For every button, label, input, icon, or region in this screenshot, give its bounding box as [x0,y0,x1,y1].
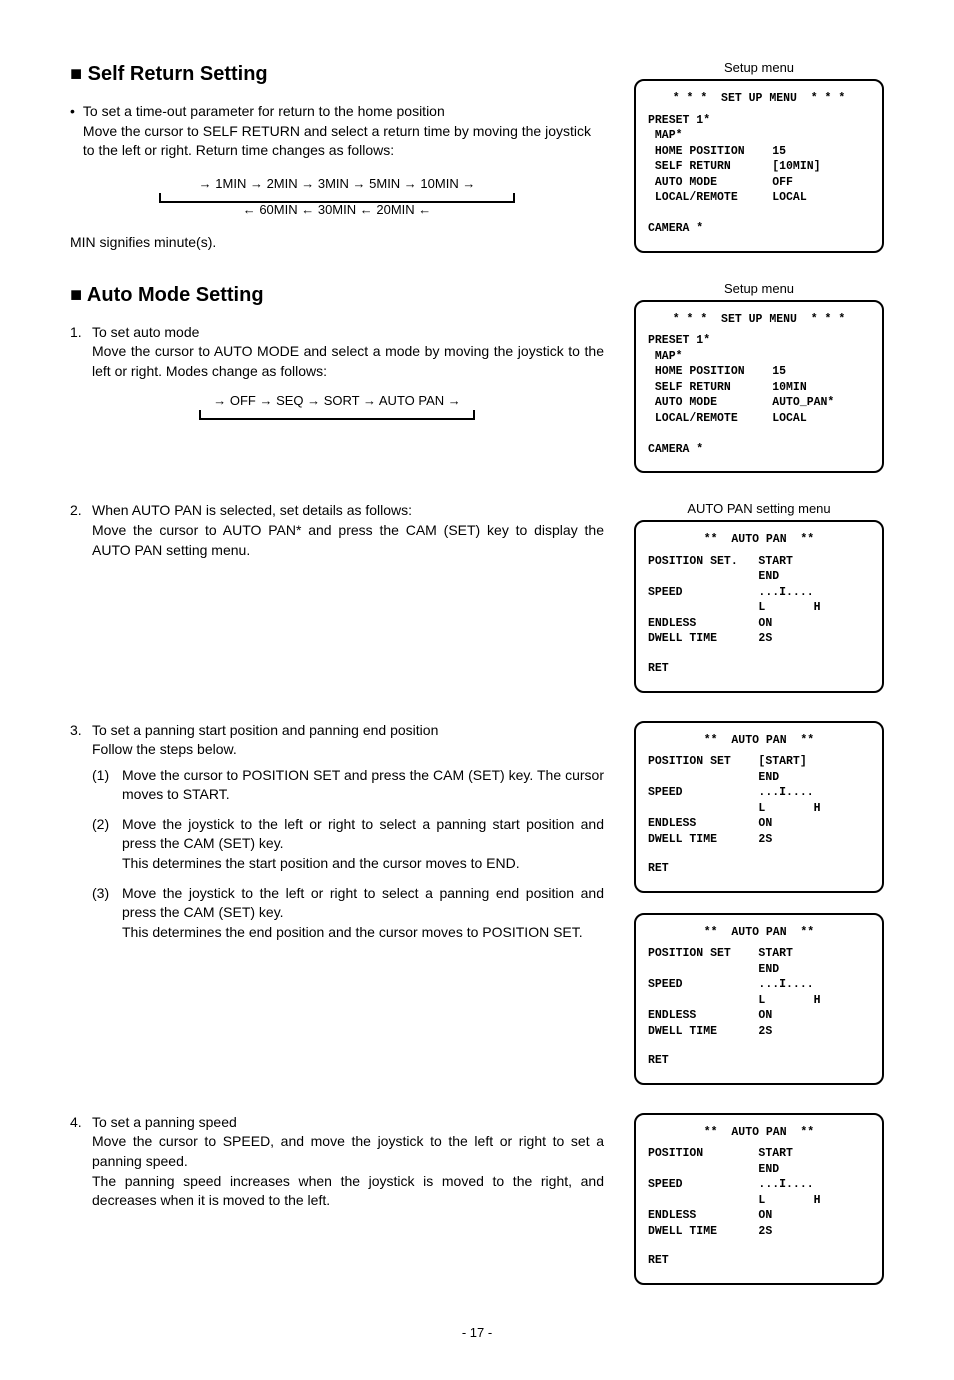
auto-mode-heading: Auto Mode Setting [70,281,604,309]
autopan-menu-caption: AUTO PAN setting menu [634,501,884,516]
page-number: - 17 - [70,1325,884,1340]
step-num-4: 4. [70,1113,84,1211]
self-return-body: To set a time-out parameter for return t… [83,102,604,161]
setup-menu-box-2: * * * SET UP MENU * * *PRESET 1* MAP* HO… [634,300,884,474]
substep-3-text: Move the joystick to the left or right t… [122,884,604,943]
bullet-icon: • [70,102,75,161]
step-num-3: 3. [70,721,84,760]
return-time-cycle: → 1MIN → 2MIN → 3MIN → 5MIN → 10MIN → ← … [147,175,527,219]
step-1-text: To set auto mode Move the cursor to AUTO… [92,323,604,382]
substep-2-text: Move the joystick to the left or right t… [122,815,604,874]
setup-menu-caption-2: Setup menu [634,281,884,296]
setup-menu-caption-1: Setup menu [634,60,884,75]
cycle-line-1: → 1MIN → 2MIN → 3MIN → 5MIN → 10MIN → [147,175,527,193]
step-2-text: When AUTO PAN is selected, set details a… [92,501,604,560]
autopan-menu-box-2: ** AUTO PAN **POSITION SET [START] END S… [634,721,884,893]
step-4-text: To set a panning speed Move the cursor t… [92,1113,604,1211]
step-num-1: 1. [70,323,84,382]
substep-1-text: Move the cursor to POSITION SET and pres… [122,766,604,805]
autopan-menu-box-4: ** AUTO PAN **POSITION START END SPEED .… [634,1113,884,1285]
substep-num-3: (3) [92,884,114,943]
cycle-line-2: ← 60MIN ← 30MIN ← 20MIN ← [147,201,527,219]
setup-menu-box-1: * * * SET UP MENU * * *PRESET 1* MAP* HO… [634,79,884,253]
autopan-menu-box-1: ** AUTO PAN **POSITION SET. START END SP… [634,520,884,692]
substep-num-1: (1) [92,766,114,805]
autopan-menu-box-3: ** AUTO PAN **POSITION SET START END SPE… [634,913,884,1085]
step-3-text: To set a panning start position and pann… [92,721,604,760]
substep-num-2: (2) [92,815,114,874]
min-note: MIN signifies minute(s). [70,233,604,253]
step-num-2: 2. [70,501,84,560]
auto-mode-cycle: → OFF → SEQ → SORT → AUTO PAN → [187,392,487,420]
self-return-heading: Self Return Setting [70,60,604,88]
